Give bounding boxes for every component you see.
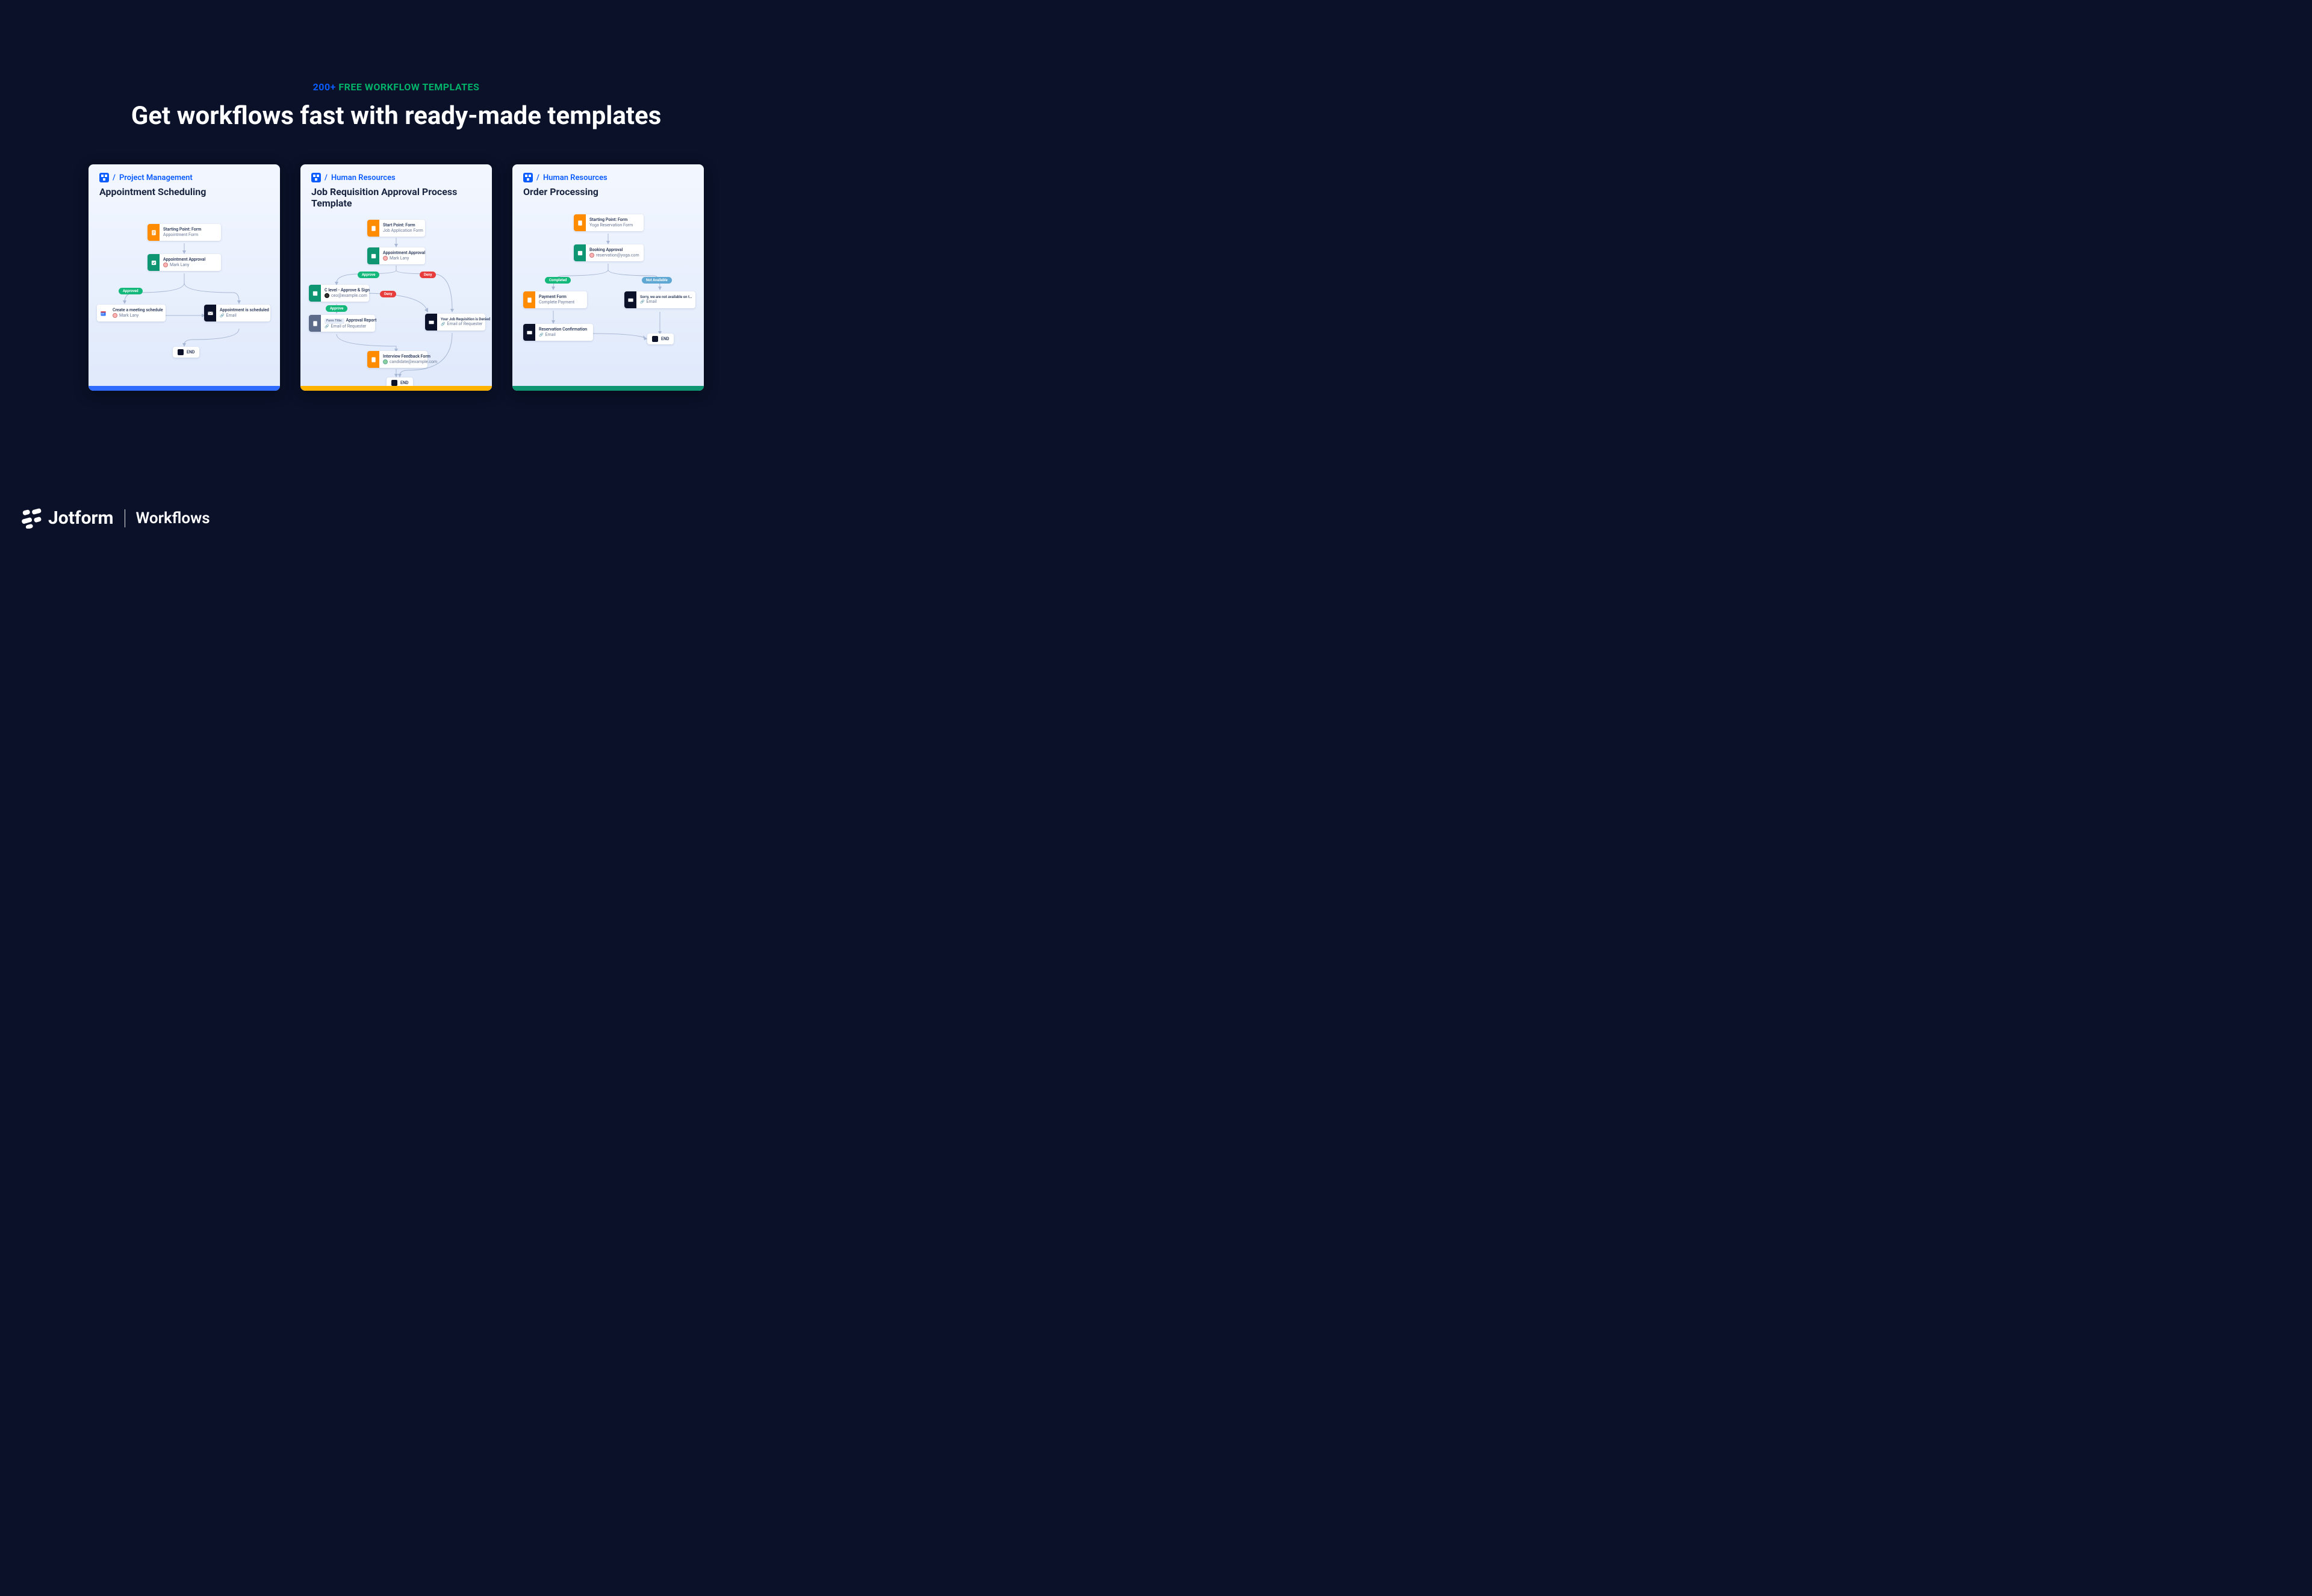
footer: Jotform Workflows: [22, 508, 210, 529]
form-icon: [574, 214, 586, 231]
pill-approve: Approve: [358, 272, 379, 278]
pill-approve-2: Approve: [326, 305, 347, 312]
node-confirmation: Reservation ConfirmationEmail: [523, 324, 593, 341]
form-icon: [148, 224, 160, 241]
end-icon: [652, 336, 658, 342]
node-end: END: [647, 334, 674, 344]
node-approval: Appointment ApprovalMark Lany: [367, 247, 425, 264]
category-label: Project Management: [119, 173, 193, 182]
node-approval: Appointment ApprovalMark Lany: [148, 254, 221, 271]
node-sorry: Sorry, we are not available on t…Email: [624, 291, 695, 308]
end-icon: [178, 349, 184, 355]
card-accent: [512, 386, 704, 391]
breadcrumb: / Project Management: [99, 173, 269, 182]
pill-not-available: Not Available: [642, 277, 672, 284]
node-doc: Form Title:Approval ReportEmail of Reque…: [309, 315, 375, 332]
node-approval: Booking Approvalreservation@yoga.com: [574, 244, 644, 261]
brand-name: Jotform: [48, 508, 114, 529]
approval-icon: [574, 244, 586, 261]
page-header: 200+ FREE WORKFLOW TEMPLATES Get workflo…: [0, 0, 792, 131]
template-title: Appointment Scheduling: [99, 186, 269, 197]
category-label: Human Resources: [543, 173, 608, 182]
page-title: Get workflows fast with ready-made templ…: [0, 101, 792, 131]
workflow-diagram: Starting Point: FormAppointment Form App…: [89, 202, 280, 383]
node-denied: Your Job Requisition is DeniedEmail of R…: [425, 314, 485, 331]
approval-icon: [309, 285, 321, 302]
product-name: Workflows: [136, 509, 210, 527]
jotform-icon: [22, 508, 42, 529]
node-clevel: C level - Approve & Signceo@example.com: [309, 285, 369, 302]
node-payment: Payment FormComplete Payment: [523, 291, 587, 308]
end-icon: [391, 380, 397, 386]
template-title: Order Processing: [523, 186, 693, 197]
email-icon: [204, 305, 216, 321]
approval-icon: [148, 254, 160, 271]
breadcrumb: / Human Resources: [523, 173, 693, 182]
form-icon: [523, 291, 535, 308]
template-card-appointment[interactable]: / Project Management Appointment Schedul…: [89, 164, 280, 391]
pill-deny: Deny: [420, 272, 436, 278]
card-accent: [300, 386, 492, 391]
workflow-diagram: Start Point: FormJob Application Form Ap…: [300, 214, 492, 391]
workflow-diagram: Starting Point: FormYoga Reservation For…: [512, 202, 704, 383]
template-title: Job Requisition Approval Process Templat…: [311, 186, 481, 209]
node-meeting: Create a meeting scheduleMark Lany: [97, 305, 166, 321]
workflow-icon: [523, 173, 533, 182]
document-icon: [309, 315, 321, 332]
workflow-icon: [311, 173, 321, 182]
email-icon: [523, 324, 535, 341]
form-icon: [367, 220, 379, 237]
template-card-job-requisition[interactable]: / Human Resources Job Requisition Approv…: [300, 164, 492, 391]
category-label: Human Resources: [331, 173, 396, 182]
brand-logo: Jotform: [22, 508, 114, 529]
template-card-order-processing[interactable]: / Human Resources Order Processing Start…: [512, 164, 704, 391]
approval-icon: [367, 247, 379, 264]
node-end: END: [173, 347, 199, 358]
eyebrow: 200+ FREE WORKFLOW TEMPLATES: [0, 81, 792, 93]
calendar-icon: [97, 305, 109, 321]
pill-deny-2: Deny: [380, 291, 396, 297]
email-icon: [624, 291, 636, 308]
node-start: Starting Point: FormAppointment Form: [148, 224, 221, 241]
card-accent: [89, 386, 280, 391]
breadcrumb: / Human Resources: [311, 173, 481, 182]
node-feedback: Interview Feedback Formcandidate@example…: [367, 351, 427, 368]
eyebrow-count: 200+: [313, 81, 336, 93]
pill-approved: Approved: [119, 288, 143, 294]
template-cards: / Project Management Appointment Schedul…: [0, 164, 792, 391]
form-icon: [367, 351, 379, 368]
email-icon: [425, 314, 437, 331]
node-start: Start Point: FormJob Application Form: [367, 220, 425, 237]
node-start: Starting Point: FormYoga Reservation For…: [574, 214, 644, 231]
eyebrow-text: FREE WORKFLOW TEMPLATES: [338, 81, 479, 93]
node-scheduled: Appointment is scheduledEmail: [204, 305, 270, 321]
workflow-icon: [99, 173, 109, 182]
pill-completed: Completed: [545, 277, 571, 284]
